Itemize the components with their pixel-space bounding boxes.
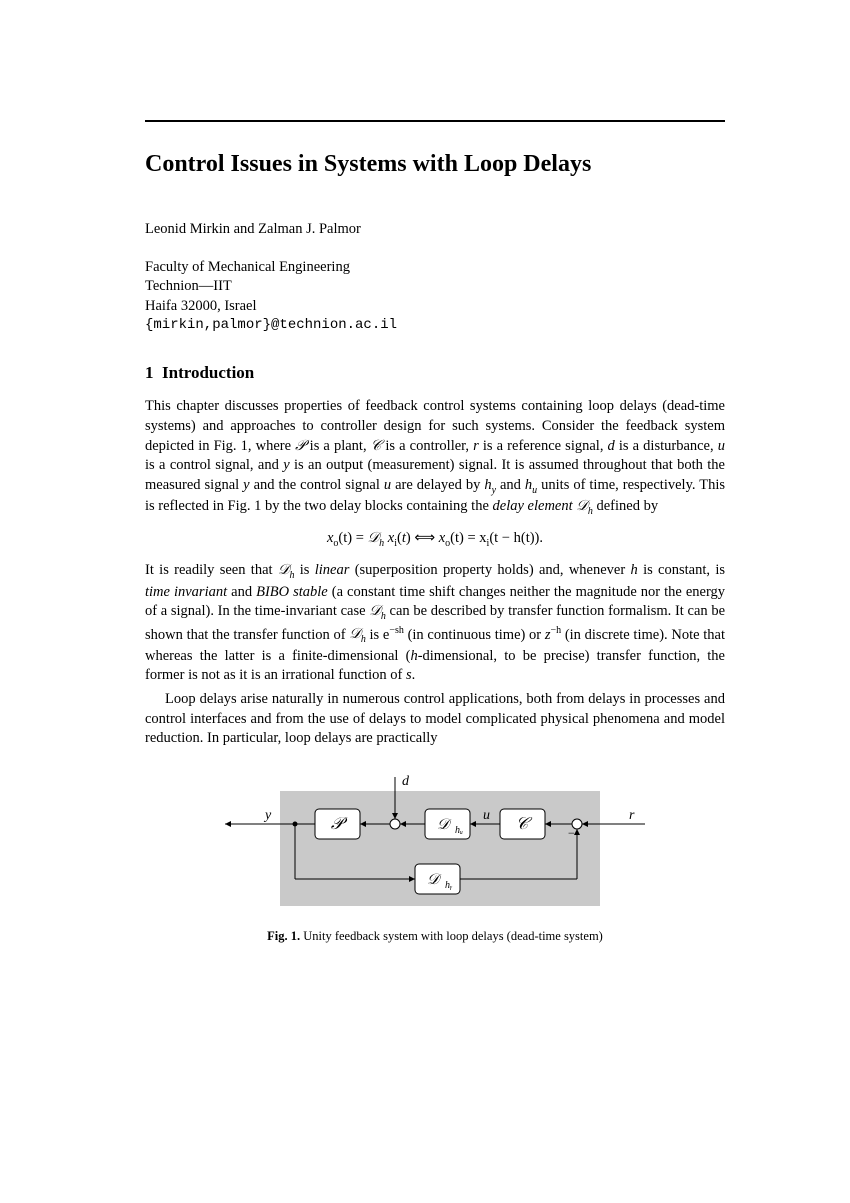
p2k: is e — [366, 626, 390, 642]
affil-email: {mirkin,palmor}@technion.ac.il — [145, 316, 725, 335]
sym-u: u — [718, 438, 725, 454]
p1c: is a controller, — [381, 438, 473, 454]
term-bibo: BIBO stable — [256, 584, 328, 600]
p1e: is a disturbance, — [615, 438, 718, 454]
svg-text:y: y — [263, 808, 272, 823]
authors: Leonid Mirkin and Zalman J. Palmor — [145, 221, 725, 238]
svg-text:hᵧ: hᵧ — [445, 880, 453, 891]
sym-hu: hu — [525, 477, 537, 493]
sym-Dh2: 𝒟h — [278, 562, 295, 578]
term-ti: time invariant — [145, 584, 227, 600]
p1b: is a plant, — [306, 438, 371, 454]
para-2: It is readily seen that 𝒟h is linear (su… — [145, 561, 725, 686]
p2d: (superposition property holds) and, when… — [349, 562, 630, 578]
para-3: Loop delays arise naturally in numerous … — [145, 690, 725, 749]
p1d: is a reference signal, — [479, 438, 608, 454]
section-title: Introduction — [162, 363, 254, 382]
affil-line1: Faculty of Mechanical Engineering — [145, 258, 725, 278]
p1j: and — [496, 477, 525, 493]
svg-text:d: d — [402, 774, 410, 789]
fig-label: Fig. 1. — [267, 929, 300, 943]
svg-text:r: r — [629, 808, 635, 823]
p2g: and — [227, 584, 256, 600]
figure-1: 𝒞 𝒟 hᵤ 𝒫 — [145, 769, 725, 944]
delay-element-term: delay element — [493, 498, 573, 514]
sym-Dh: 𝒟h — [576, 498, 593, 514]
equation-1: xo(t) = 𝒟h xi(t) ⟺ xo(t) = xi(t − h(t)). — [145, 530, 725, 549]
p1f: is a control signal, and — [145, 457, 283, 473]
section-heading: 1 Introduction — [145, 363, 725, 383]
p2o: . — [412, 667, 416, 683]
exp-h: −h — [550, 625, 561, 636]
affiliation: Faculty of Mechanical Engineering Techni… — [145, 258, 725, 336]
sym-d: d — [608, 438, 615, 454]
figure-caption: Fig. 1. Unity feedback system with loop … — [145, 929, 725, 944]
section-number: 1 — [145, 363, 154, 382]
top-rule — [145, 120, 725, 122]
affil-line2: Technion—IIT — [145, 277, 725, 297]
svg-text:u: u — [483, 808, 490, 823]
p1i: are delayed by — [391, 477, 484, 493]
exp-sh: −sh — [389, 625, 404, 636]
sym-h2: h — [410, 648, 417, 664]
sym-hy: hy — [484, 477, 496, 493]
fig-text: Unity feedback system with loop delays (… — [300, 929, 603, 943]
sym-Dh4: 𝒟h — [349, 626, 366, 642]
sym-Dh3: 𝒟h — [369, 603, 386, 619]
p2l: (in continuous time) or — [404, 626, 545, 642]
term-linear: linear — [315, 562, 350, 578]
p1m: defined by — [593, 498, 658, 514]
svg-text:hᵤ: hᵤ — [455, 825, 463, 836]
p2e: is constant, is — [638, 562, 725, 578]
block-diagram: 𝒞 𝒟 hᵤ 𝒫 — [225, 769, 645, 919]
sym-h: h — [631, 562, 638, 578]
p2a: It is readily seen that — [145, 562, 278, 578]
paper-title: Control Issues in Systems with Loop Dela… — [145, 150, 725, 179]
affil-line3: Haifa 32000, Israel — [145, 297, 725, 317]
para-1: This chapter discusses properties of fee… — [145, 397, 725, 518]
sym-P: 𝒫 — [295, 438, 305, 454]
p1h: and the control signal — [250, 477, 384, 493]
svg-text:−: − — [568, 826, 575, 840]
sym-C: 𝒞 — [371, 438, 382, 454]
p2b: is — [294, 562, 314, 578]
